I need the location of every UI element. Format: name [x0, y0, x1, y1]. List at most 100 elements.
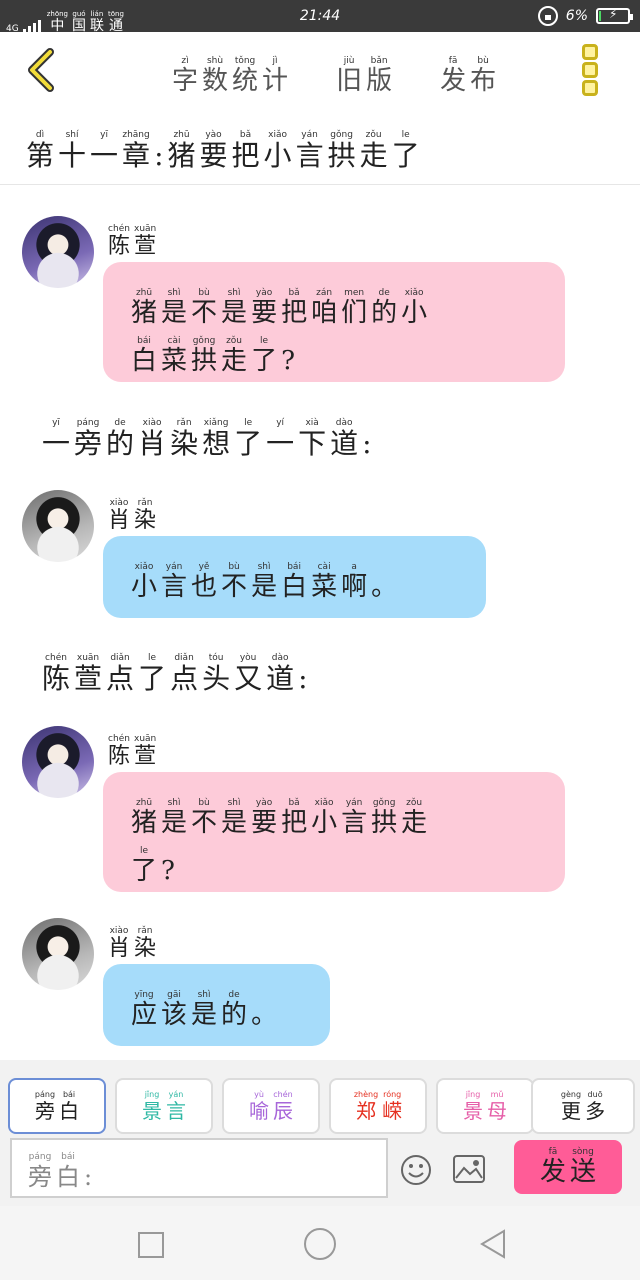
pinyin: de [378, 288, 390, 298]
ruby-char: jì 计 [262, 56, 288, 96]
recent-apps-icon[interactable] [138, 1232, 164, 1258]
header-actions: zì 字 shù 数 tǒng 统 jì 计 jiù 旧 bǎn 版 fā 发 bù 布 [170, 48, 498, 96]
ruby-char: bái 白 [59, 1090, 79, 1122]
role-chip-narration[interactable]: páng 旁 bái 白 [8, 1078, 106, 1134]
ruby-char: bǎn 版 [366, 56, 392, 96]
hanzi: 又 [234, 662, 263, 695]
avatar[interactable] [22, 490, 94, 562]
ruby-char: de 的 [371, 288, 397, 328]
ruby-char: fā 发 [440, 56, 466, 96]
hanzi: 景 [142, 1099, 162, 1123]
pinyin: sòng [572, 1147, 594, 1157]
hanzi: 布 [470, 66, 497, 96]
message-bubble[interactable]: yīng 应 gāi 该 shì 是 de 的 。 [103, 964, 330, 1046]
ruby-char: yào 要 [251, 288, 277, 328]
pinyin: gāi [167, 990, 181, 1000]
hanzi: 白 [131, 346, 158, 376]
hanzi: 把 [281, 298, 308, 328]
ruby-char: yòu 又 [234, 653, 262, 695]
message-bubble[interactable]: xiǎo 小 yán 言 yě 也 bù 不 shì 是 bái 白 cài 菜 a 啊 。 [103, 536, 486, 618]
hanzi: 点 [106, 662, 135, 695]
pinyin: le [260, 336, 269, 346]
pinyin: men [344, 288, 365, 298]
message-bubble[interactable]: zhū 猪 shì 是 bù 不 shì 是 yào 要 bǎ 把 zán 咱 men 们 de 的 xiǎo 小 b… [103, 262, 565, 382]
ruby-char: xiào 肖 [108, 926, 130, 962]
ruby-char: páng 旁 [35, 1090, 55, 1122]
role-chip-more[interactable]: gèng 更 duō 多 [531, 1078, 635, 1134]
back-arrow-icon[interactable] [22, 48, 62, 92]
ruby-char: shù 数 [202, 56, 228, 96]
hanzi: 肖 [108, 936, 131, 961]
emoji-icon[interactable] [400, 1154, 432, 1186]
ruby-char: tǒng 统 [232, 56, 258, 96]
hanzi: 是 [191, 1000, 218, 1030]
hanzi: : [84, 1163, 93, 1191]
hanzi: 染 [170, 427, 199, 460]
ruby-char: xiào 肖 [138, 418, 166, 460]
role-chip-jing-mu[interactable]: jǐng 景 mǔ 母 [436, 1078, 534, 1134]
ruby-char: fā 发 [540, 1147, 566, 1187]
pinyin: cài [167, 336, 181, 346]
hanzi: 版 [366, 66, 393, 96]
ruby-char: bù 不 [191, 288, 217, 328]
top-bar: zì 字 shù 数 tǒng 统 jì 计 jiù 旧 bǎn 版 fā 发 bù 布 [0, 32, 640, 114]
role-chip-yu-chen[interactable]: yù 喻 chén 辰 [222, 1078, 320, 1134]
back-triangle-icon[interactable] [478, 1228, 508, 1260]
ruby-char: róng 嵘 [382, 1090, 402, 1122]
hanzi: ? [161, 856, 175, 886]
pinyin: shù [206, 56, 224, 66]
hanzi: 肖 [108, 508, 131, 533]
ruby-char: de 的 [221, 990, 247, 1030]
publish-button[interactable]: fā 发 bù 布 [438, 48, 498, 96]
avatar[interactable] [22, 918, 94, 990]
image-icon[interactable] [452, 1154, 486, 1184]
ruby-char: sòng 送 [570, 1147, 596, 1187]
hanzi: 是 [221, 808, 248, 838]
hanzi: 了 [138, 662, 167, 695]
battery-icon: ⚡ [596, 7, 633, 24]
ruby-char: le 了 [131, 846, 157, 886]
pinyin: bǎ [288, 798, 300, 808]
speaker-name: chén 陈 xuān 萱 [106, 216, 158, 260]
ruby-char: dì 第 [26, 130, 54, 172]
role-chip-jing-yan[interactable]: jǐng 景 yán 言 [115, 1078, 213, 1134]
ruby-char: gǒng 拱 [328, 130, 356, 172]
hanzi: 景 [463, 1099, 483, 1123]
more-menu-icon[interactable] [582, 44, 600, 96]
bubble-line: zhū 猪 shì 是 bù 不 shì 是 yào 要 bǎ 把 zán 咱 men 们 de 的 xiǎo 小 [129, 280, 539, 328]
hanzi: 计 [262, 66, 289, 96]
hanzi: : [154, 139, 164, 172]
message-bubble[interactable]: zhū 猪 shì 是 bù 不 shì 是 yào 要 bǎ 把 xiǎo 小 yán 言 gǒng 拱 zǒu 走… [103, 772, 565, 892]
avatar[interactable] [22, 216, 94, 288]
send-button[interactable]: fā 发 sòng 送 [514, 1140, 622, 1194]
pinyin: bù [477, 56, 489, 66]
old-version-button[interactable]: jiù 旧 bǎn 版 [334, 48, 394, 96]
ruby-char: xiǎng 想 [202, 418, 230, 460]
ruby-char: le 了 [234, 418, 262, 460]
hanzi: 白 [56, 1163, 80, 1191]
pinyin: zhū [135, 798, 153, 808]
hanzi: 是 [161, 808, 188, 838]
word-count-button[interactable]: zì 字 shù 数 tǒng 统 jì 计 [170, 48, 290, 96]
role-chip-zheng-rong[interactable]: zhèng 郑 róng 嵘 [329, 1078, 427, 1134]
hanzi: 要 [251, 808, 278, 838]
ruby-char: : [298, 653, 307, 695]
hanzi: 言 [161, 572, 188, 602]
pinyin [87, 1152, 90, 1162]
ruby-char: cài 菜 [161, 336, 187, 376]
ruby-char: diǎn 点 [106, 653, 134, 695]
ruby-char: gǒng 拱 [191, 336, 217, 376]
hanzi: 拱 [371, 808, 398, 838]
hanzi: 道 [266, 662, 295, 695]
ruby-char: bù 不 [221, 562, 247, 602]
home-icon[interactable] [304, 1228, 336, 1260]
message-input[interactable]: páng 旁 bái 白 : [10, 1138, 388, 1198]
pinyin: fā [548, 1147, 558, 1157]
hanzi: : [298, 662, 308, 695]
pinyin: shì [167, 798, 181, 808]
avatar[interactable] [22, 726, 94, 798]
pinyin: xuān [134, 734, 157, 744]
pinyin: páng [28, 1152, 52, 1162]
ruby-char: xiǎo 小 [401, 288, 427, 328]
hanzi: 嵘 [382, 1099, 403, 1123]
